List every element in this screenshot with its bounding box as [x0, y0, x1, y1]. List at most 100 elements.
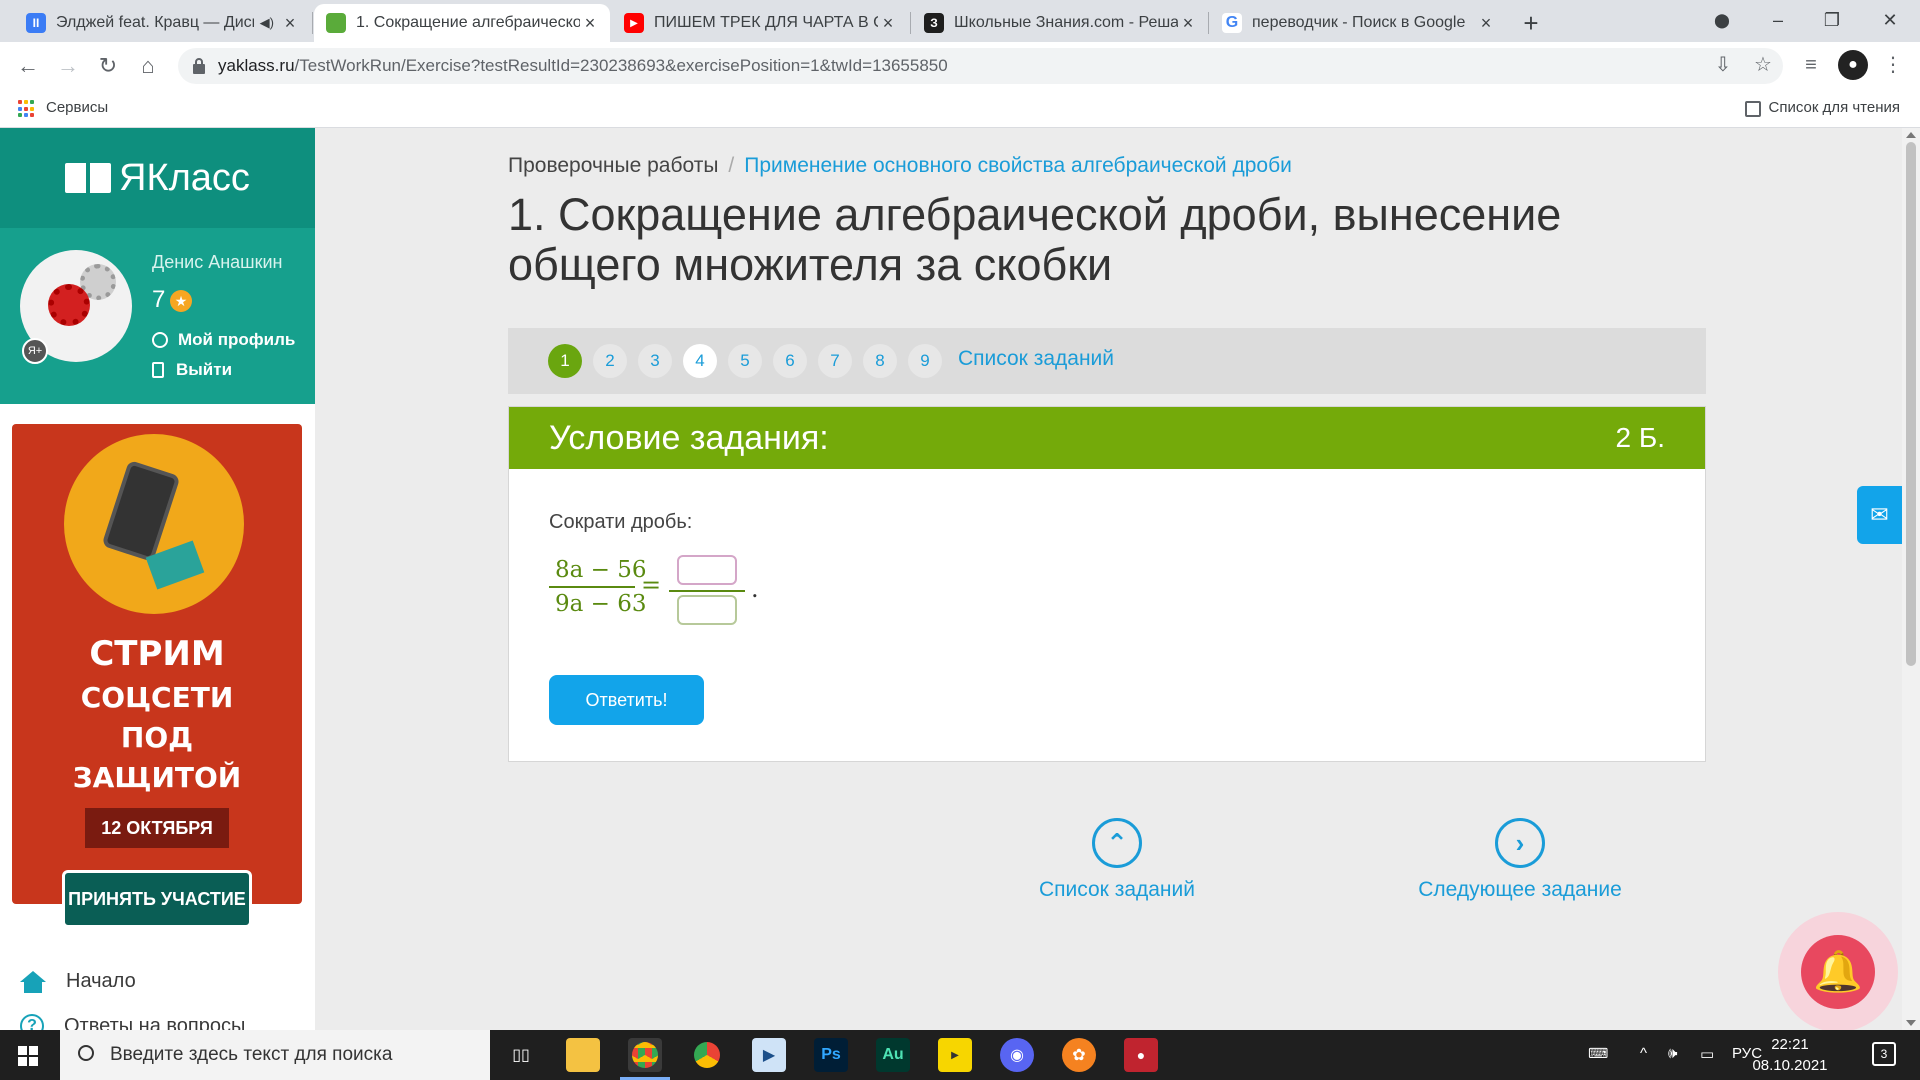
answer-button[interactable]: Ответить!: [549, 675, 704, 725]
question-number-7[interactable]: 7: [818, 344, 852, 378]
tab-title: 1. Сокращение алгебраической: [356, 14, 580, 31]
youtube-icon: ▶: [624, 13, 644, 33]
logout-link[interactable]: Выйти: [152, 360, 232, 380]
page-title: 1. Сокращение алгебраической дроби, выне…: [508, 189, 1562, 290]
notification-center-icon[interactable]: 3: [1872, 1042, 1896, 1066]
sidebar-item-home[interactable]: Начало: [20, 970, 136, 993]
question-number-4[interactable]: 4: [683, 344, 717, 378]
tab-youtube[interactable]: ▶ ПИШЕМ ТРЕК ДЛЯ ЧАРТА В СТИ ×: [612, 4, 908, 42]
home-button-icon[interactable]: ⌂: [132, 50, 164, 82]
close-tab-icon[interactable]: ×: [580, 13, 600, 34]
reading-list-link[interactable]: Список для чтения: [1768, 99, 1900, 116]
tab-title: Школьные Знания.com - Решае: [954, 14, 1178, 31]
scroll-down-icon[interactable]: [1906, 1020, 1916, 1026]
denominator: 9a − 63: [555, 591, 647, 617]
tab-google[interactable]: G переводчик - Поиск в Google ×: [1210, 4, 1506, 42]
my-profile-link[interactable]: Мой профиль: [152, 330, 295, 350]
restore-button[interactable]: ❐: [1812, 4, 1852, 36]
fl-studio-icon[interactable]: ✿: [1062, 1038, 1096, 1072]
close-tab-icon[interactable]: ×: [280, 13, 300, 34]
bottom-task-list-link[interactable]: ⌃ Список заданий: [1032, 818, 1202, 902]
back-icon[interactable]: ←: [12, 50, 44, 82]
network-icon[interactable]: ▭: [1700, 1045, 1714, 1063]
chrome-profile-icon[interactable]: [690, 1038, 724, 1072]
chrome-icon[interactable]: [620, 1038, 670, 1080]
tab-znanija[interactable]: З Школьные Знания.com - Решае ×: [912, 4, 1208, 42]
feedback-mail-button[interactable]: ✉: [1857, 486, 1902, 544]
znanija-icon: З: [924, 13, 944, 33]
answer-numerator-input[interactable]: [677, 555, 737, 585]
answer-denominator-input[interactable]: [677, 595, 737, 625]
photoshop-icon[interactable]: Ps: [814, 1038, 848, 1072]
player-icon[interactable]: ▶: [938, 1038, 972, 1072]
volume-icon[interactable]: 🕪: [1668, 1045, 1677, 1062]
speaker-icon[interactable]: ◀): [260, 15, 274, 31]
breadcrumb-separator: /: [728, 154, 735, 177]
close-tab-icon[interactable]: ×: [1476, 13, 1496, 34]
question-number-1[interactable]: 1: [548, 344, 582, 378]
minimize-button[interactable]: –: [1758, 4, 1798, 36]
question-number-3[interactable]: 3: [638, 344, 672, 378]
ad-line: ЗАЩИТОЙ: [72, 761, 242, 794]
audition-icon[interactable]: Au: [876, 1038, 910, 1072]
recorder-icon[interactable]: ●: [1124, 1038, 1158, 1072]
discord-icon[interactable]: ◉: [1000, 1038, 1034, 1072]
yaklass-logo[interactable]: ЯКласс: [0, 128, 315, 228]
task-list-link[interactable]: Список заданий: [958, 347, 1114, 371]
install-icon[interactable]: ⇩: [1708, 50, 1738, 80]
tab-yaklass[interactable]: 1. Сокращение алгебраической ×: [314, 4, 610, 42]
apps-link[interactable]: Сервисы: [46, 99, 108, 116]
notification-bell-button[interactable]: 🔔: [1778, 912, 1898, 1030]
tray-expand-icon[interactable]: ^: [1640, 1045, 1647, 1062]
windows-start-icon[interactable]: [18, 1046, 38, 1066]
next-task-link[interactable]: › Следующее задание: [1410, 818, 1630, 902]
clock-date: 08.10.2021: [1752, 1057, 1828, 1074]
ad-participate-button[interactable]: ПРИНЯТЬ УЧАСТИЕ: [62, 870, 252, 928]
answer-fraction-bar: [669, 590, 745, 592]
file-explorer-icon[interactable]: [566, 1038, 600, 1072]
tab-search-icon[interactable]: ⬤: [1702, 4, 1742, 36]
question-number-5[interactable]: 5: [728, 344, 762, 378]
ad-banner[interactable]: СТРИМ СОЦСЕТИ ПОД ЗАЩИТОЙ 12 ОКТЯБРЯ: [12, 424, 302, 904]
bookmarks-bar: Сервисы Список для чтения: [0, 90, 1920, 128]
close-window-button[interactable]: ✕: [1870, 4, 1910, 36]
question-number-9[interactable]: 9: [908, 344, 942, 378]
scrollbar-thumb[interactable]: [1906, 142, 1916, 666]
breadcrumb-root[interactable]: Проверочные работы: [508, 154, 718, 177]
windows-taskbar: Введите здесь текст для поиска ▯▯ ▶ Ps A…: [0, 1030, 1920, 1080]
scroll-up-icon[interactable]: [1906, 132, 1916, 138]
chevron-up-icon: ⌃: [1092, 818, 1142, 868]
sidebar-item-answers[interactable]: ? Ответы на вопросы: [20, 1014, 245, 1030]
reading-list-icon[interactable]: ≡: [1796, 50, 1826, 80]
question-number-6[interactable]: 6: [773, 344, 807, 378]
door-icon: [152, 362, 164, 378]
sidebar-item-label: Начало: [66, 970, 136, 992]
clock[interactable]: 22:21 08.10.2021: [1748, 1034, 1832, 1076]
question-icon: ?: [20, 1014, 44, 1030]
close-tab-icon[interactable]: ×: [878, 13, 898, 34]
keyboard-icon[interactable]: ⌨: [1588, 1045, 1608, 1062]
question-number-8[interactable]: 8: [863, 344, 897, 378]
question-number-2[interactable]: 2: [593, 344, 627, 378]
profile-avatar-icon[interactable]: ●: [1838, 50, 1868, 80]
close-tab-icon[interactable]: ×: [1178, 13, 1198, 34]
task-view-icon[interactable]: ▯▯: [504, 1038, 538, 1072]
taskbar-search[interactable]: Введите здесь текст для поиска: [60, 1030, 490, 1080]
task-header: Условие задания: 2 Б.: [509, 407, 1705, 469]
bookmark-star-icon[interactable]: ☆: [1748, 50, 1778, 80]
browser-tab-bar: II Элджей feat. Кравц — Диск ◀) × 1. Сок…: [0, 0, 1920, 42]
new-tab-button[interactable]: +: [1515, 8, 1547, 40]
tab-music[interactable]: II Элджей feat. Кравц — Диск ◀) ×: [14, 4, 310, 42]
user-level: 7: [152, 286, 166, 313]
book-icon: [65, 163, 112, 193]
media-player-icon[interactable]: ▶: [752, 1038, 786, 1072]
breadcrumb-current[interactable]: Применение основного свойства алгебраиче…: [744, 154, 1292, 177]
address-bar[interactable]: yaklass.ru/TestWorkRun/Exercise?testResu…: [178, 48, 1783, 84]
task-prompt: Сократи дробь:: [549, 511, 693, 533]
apps-grid-icon[interactable]: [18, 100, 36, 118]
clock-time: 22:21: [1771, 1036, 1809, 1053]
reload-icon[interactable]: ↻: [92, 50, 124, 82]
forward-icon[interactable]: →: [52, 50, 84, 82]
page-scrollbar[interactable]: [1902, 128, 1920, 1030]
menu-icon[interactable]: ⋮: [1878, 50, 1908, 80]
